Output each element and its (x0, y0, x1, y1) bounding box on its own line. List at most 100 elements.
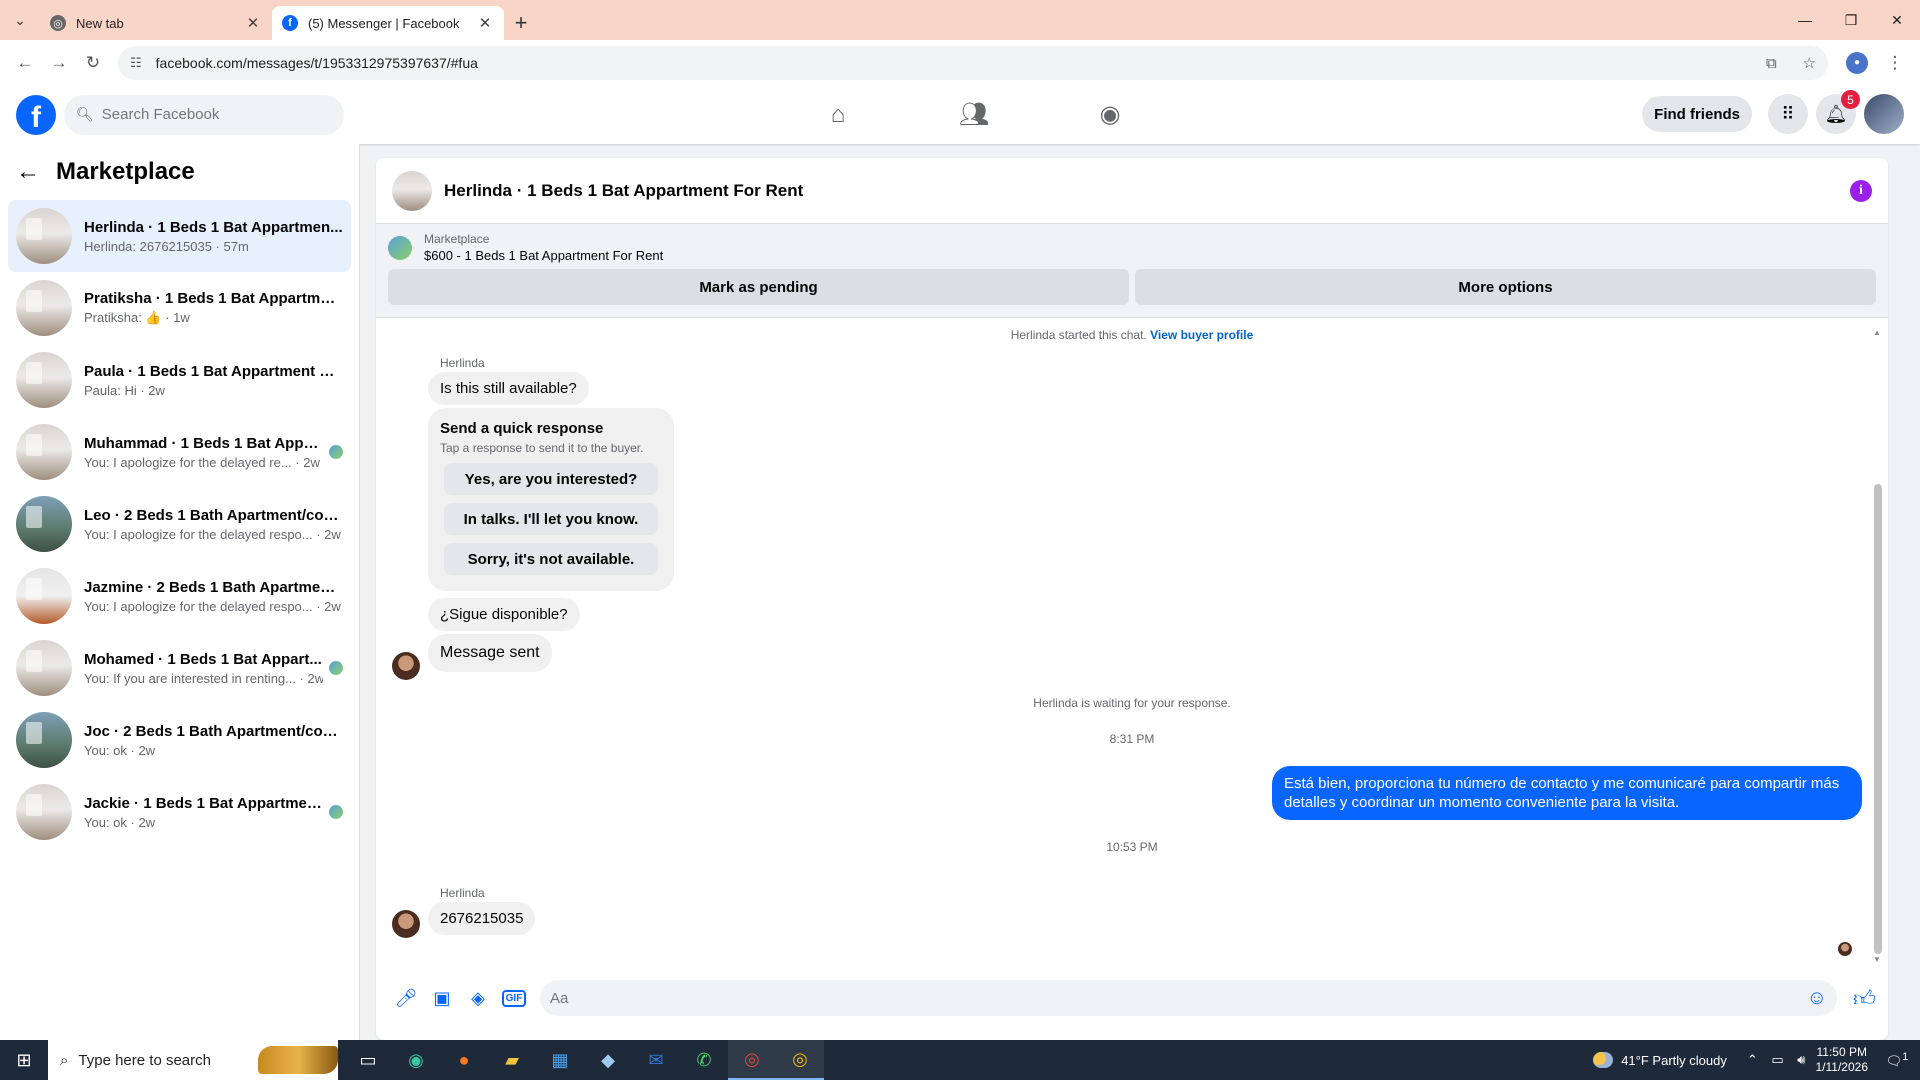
close-window-icon[interactable]: ✕ (1874, 0, 1920, 40)
site-info-icon[interactable]: ☷ (130, 55, 142, 71)
clock[interactable]: 11:50 PM 1/11/2026 (1816, 1045, 1869, 1075)
photo-icon[interactable]: ▣ (424, 980, 460, 1016)
chrome-profile-icon[interactable]: ◎ (776, 1040, 824, 1080)
sticker-icon[interactable]: ◈ (460, 980, 496, 1016)
mark-as-pending-button[interactable]: Mark as pending (388, 269, 1129, 305)
chevron-up-icon[interactable]: ⌃ (1747, 1052, 1758, 1067)
conversation-name: Herlinda · 1 Beds 1 Bat Appartmen... (84, 218, 343, 236)
conversation-preview: You: ok · 2w (84, 814, 156, 830)
back-icon[interactable]: ← (8, 46, 42, 80)
emoji-icon[interactable]: ☺ (1807, 987, 1827, 1010)
listing-price[interactable]: $600 - 1 Beds 1 Bat Appartment For Rent (424, 248, 663, 263)
tab-messenger[interactable]: f (5) Messenger | Facebook ✕ (272, 6, 504, 40)
windows-start-icon[interactable]: ⊞ (0, 1040, 48, 1080)
conversation-name: Leo · 2 Beds 1 Bath Apartment/con... (84, 506, 343, 524)
conversation-item[interactable]: Jazmine · 2 Beds 1 Bath Apartment... You:… (8, 560, 351, 632)
quick-response-option[interactable]: In talks. I'll let you know. (444, 503, 658, 535)
chrome-icon[interactable]: ◎ (728, 1040, 776, 1080)
conversation-item[interactable]: Paula · 1 Beds 1 Bat Appartment Fo... Pau… (8, 344, 351, 416)
facebook-search-input[interactable] (101, 106, 322, 123)
url-field[interactable]: ☷ facebook.com/messages/t/19533129753976… (118, 45, 1828, 80)
browser-menu-icon[interactable]: ⋮ (1878, 46, 1912, 80)
incoming-message[interactable]: 2676215035 (428, 902, 536, 935)
bookmark-star-icon[interactable]: ☆ (1803, 55, 1816, 72)
herlinda-avatar[interactable] (392, 910, 420, 938)
chat-title[interactable]: Herlinda · 1 Beds 1 Bat Appartment For R… (444, 181, 1850, 201)
listing-thumbnail (16, 568, 72, 624)
conversation-item[interactable]: Joc · 2 Beds 1 Bath Apartment/con... You:… (8, 704, 351, 776)
tab-search-icon[interactable]: ⌄ (0, 0, 40, 40)
facebook-logo-icon[interactable]: f (16, 94, 56, 135)
install-app-icon[interactable]: ⧉ (1766, 55, 1777, 72)
info-icon[interactable]: i (1850, 179, 1872, 202)
outgoing-message[interactable]: Está bien, proporciona tu número de cont… (1272, 766, 1862, 820)
friends-icon[interactable]: 👥︎ (906, 85, 1042, 144)
incoming-message[interactable]: ¿Sigue disponible? (428, 598, 580, 631)
more-options-button[interactable]: More options (1135, 269, 1876, 305)
notepad-icon[interactable]: ◆ (584, 1040, 632, 1080)
quick-response-title: Send a quick response (440, 420, 604, 437)
scroll-up-icon[interactable]: ▲ (1873, 328, 1881, 337)
facebook-search[interactable]: 🔍︎ (64, 94, 344, 135)
taskbar-search[interactable]: ⌕ Type here to search (48, 1040, 338, 1080)
quick-response-option[interactable]: Sorry, it's not available. (444, 543, 658, 575)
forward-icon[interactable]: → (42, 46, 76, 80)
incoming-message[interactable]: Is this still available? (428, 372, 589, 405)
conversation-preview: Paula: Hi · 2w (84, 382, 165, 398)
minimize-icon[interactable]: — (1782, 0, 1828, 40)
conversation-item[interactable]: Muhammad · 1 Beds 1 Bat Appar... You: I a… (8, 416, 351, 488)
microphone-icon[interactable]: 🎤︎ (388, 980, 424, 1016)
scroll-down-icon[interactable]: ▼ (1873, 955, 1881, 964)
conversation-name: Pratiksha · 1 Beds 1 Bat Appartmen... (84, 290, 343, 307)
browser-profile-icon[interactable]: ● (1846, 51, 1868, 74)
back-arrow-icon[interactable]: ← (16, 158, 40, 186)
scrollbar-thumb[interactable] (1874, 484, 1882, 954)
notifications-bell-icon[interactable]: 🔔︎ 5 (1816, 90, 1860, 134)
message-list[interactable]: Herlinda started this chat. View buyer p… (376, 324, 1888, 964)
close-tab-icon[interactable]: ✕ (244, 14, 262, 32)
groups-icon[interactable]: ◉ (1042, 85, 1178, 144)
listing-thumbnail (16, 424, 72, 480)
windows-taskbar: ⊞ ⌕ Type here to search ▭ ◉ ● ▰ ▦ ◆ ✉ ✆ … (0, 1040, 1920, 1080)
tab-title: (5) Messenger | Facebook (308, 15, 460, 31)
new-tab-button[interactable]: + (504, 6, 538, 40)
menu-grid-icon[interactable]: ⠿ (1768, 94, 1808, 134)
message-input[interactable] (550, 989, 1807, 1007)
account-avatar[interactable] (1864, 94, 1904, 134)
conversation-item[interactable]: Mohamed · 1 Beds 1 Bat Appart... You: If … (8, 632, 351, 704)
gif-icon[interactable]: GIF (496, 980, 532, 1016)
taskbar-apps: ▭ ◉ ● ▰ ▦ ◆ ✉ ✆ ◎ ◎ (344, 1040, 824, 1080)
url-text: facebook.com/messages/t/1953312975397637… (155, 54, 478, 71)
find-friends-button[interactable]: Find friends (1642, 96, 1752, 132)
outlook-icon[interactable]: ✉ (632, 1040, 680, 1080)
tab-new-tab[interactable]: ◎ New tab ✕ (40, 6, 272, 40)
network-icon[interactable]: ▭ (1771, 1052, 1783, 1067)
weather-widget[interactable]: 41°F Partly cloudy (1593, 1052, 1727, 1068)
chat-scrollbar[interactable]: ▲ ▼ (1873, 328, 1882, 964)
whatsapp-icon[interactable]: ✆ (680, 1040, 728, 1080)
browser-tab-bar: ⌄ ◎ New tab ✕ f (5) Messenger | Facebook… (0, 0, 1920, 40)
file-explorer-icon[interactable]: ▰ (488, 1040, 536, 1080)
notification-center-icon[interactable]: 🗨︎1 (1882, 1051, 1912, 1069)
listing-thumbnail[interactable] (392, 170, 432, 211)
firefox-icon[interactable]: ● (440, 1040, 488, 1080)
conversation-item[interactable]: Jackie · 1 Beds 1 Bat Appartment... You: … (8, 776, 351, 848)
edge-icon[interactable]: ◉ (392, 1040, 440, 1080)
conversation-item[interactable]: Leo · 2 Beds 1 Bath Apartment/con... You:… (8, 488, 351, 560)
thumbs-up-icon[interactable]: 👍︎ (1853, 985, 1876, 1012)
close-tab-icon[interactable]: ✕ (476, 14, 494, 32)
quick-response-option[interactable]: Yes, are you interested? (444, 463, 658, 495)
store-icon[interactable]: ▦ (536, 1040, 584, 1080)
conversation-item[interactable]: Herlinda · 1 Beds 1 Bat Appartmen... Herl… (8, 200, 351, 272)
marketplace-sidebar: ← Marketplace Herlinda · 1 Beds 1 Bat Ap… (0, 144, 360, 1040)
herlinda-avatar[interactable] (392, 652, 420, 680)
task-view-icon[interactable]: ▭ (344, 1040, 392, 1080)
view-buyer-profile-link[interactable]: View buyer profile (1150, 328, 1253, 342)
volume-icon[interactable]: 🔊︎ (1797, 1052, 1805, 1067)
reload-icon[interactable]: ↻ (76, 46, 110, 80)
message-input-wrapper[interactable]: ☺ (540, 980, 1837, 1016)
home-icon[interactable]: ⌂ (770, 85, 906, 144)
incoming-message[interactable]: Message sent (428, 634, 552, 672)
conversation-item[interactable]: Pratiksha · 1 Beds 1 Bat Appartmen... Pra… (8, 272, 351, 344)
restore-icon[interactable]: ❐ (1828, 0, 1874, 40)
